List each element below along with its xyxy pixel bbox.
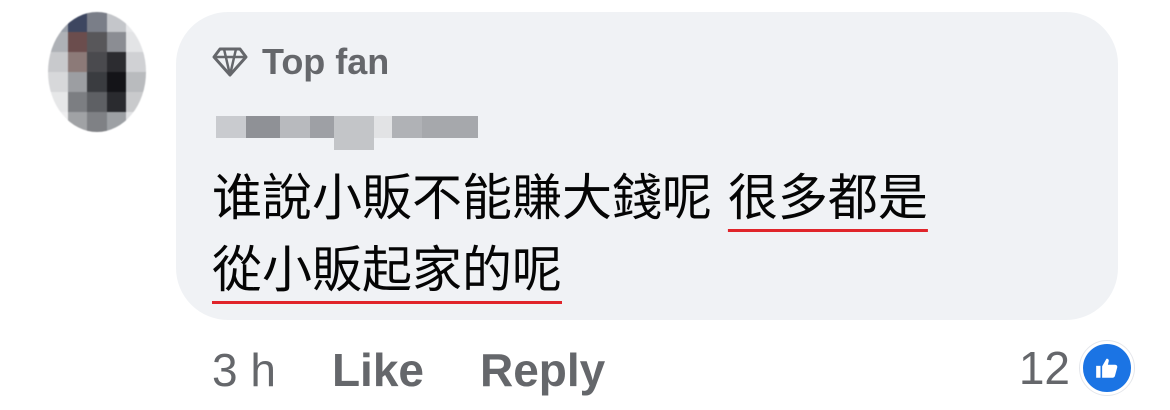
- top-fan-badge: Top fan: [212, 40, 389, 84]
- diamond-icon: [212, 47, 248, 77]
- reaction-summary[interactable]: 12: [1019, 336, 1134, 400]
- badge-label: Top fan: [262, 41, 390, 82]
- avatar[interactable]: [48, 12, 146, 132]
- comment-actions: 3 h Like Reply: [212, 340, 605, 400]
- timestamp[interactable]: 3 h: [212, 343, 276, 397]
- comment-text-underlined: 很多都是: [727, 169, 928, 227]
- comment-text: 谁說小販不能賺大錢呢 很多都是 從小販起家的呢: [212, 162, 1092, 306]
- thumbs-up-icon: [1080, 341, 1134, 395]
- commenter-name-blurred[interactable]: [216, 102, 478, 154]
- comment-text-part: 谁說小販不能賺大錢呢: [212, 169, 728, 227]
- like-button[interactable]: Like: [332, 343, 424, 397]
- reply-button[interactable]: Reply: [480, 343, 605, 397]
- reaction-count: 12: [1018, 342, 1070, 394]
- comment-text-underlined: 從小販起家的呢: [212, 241, 562, 299]
